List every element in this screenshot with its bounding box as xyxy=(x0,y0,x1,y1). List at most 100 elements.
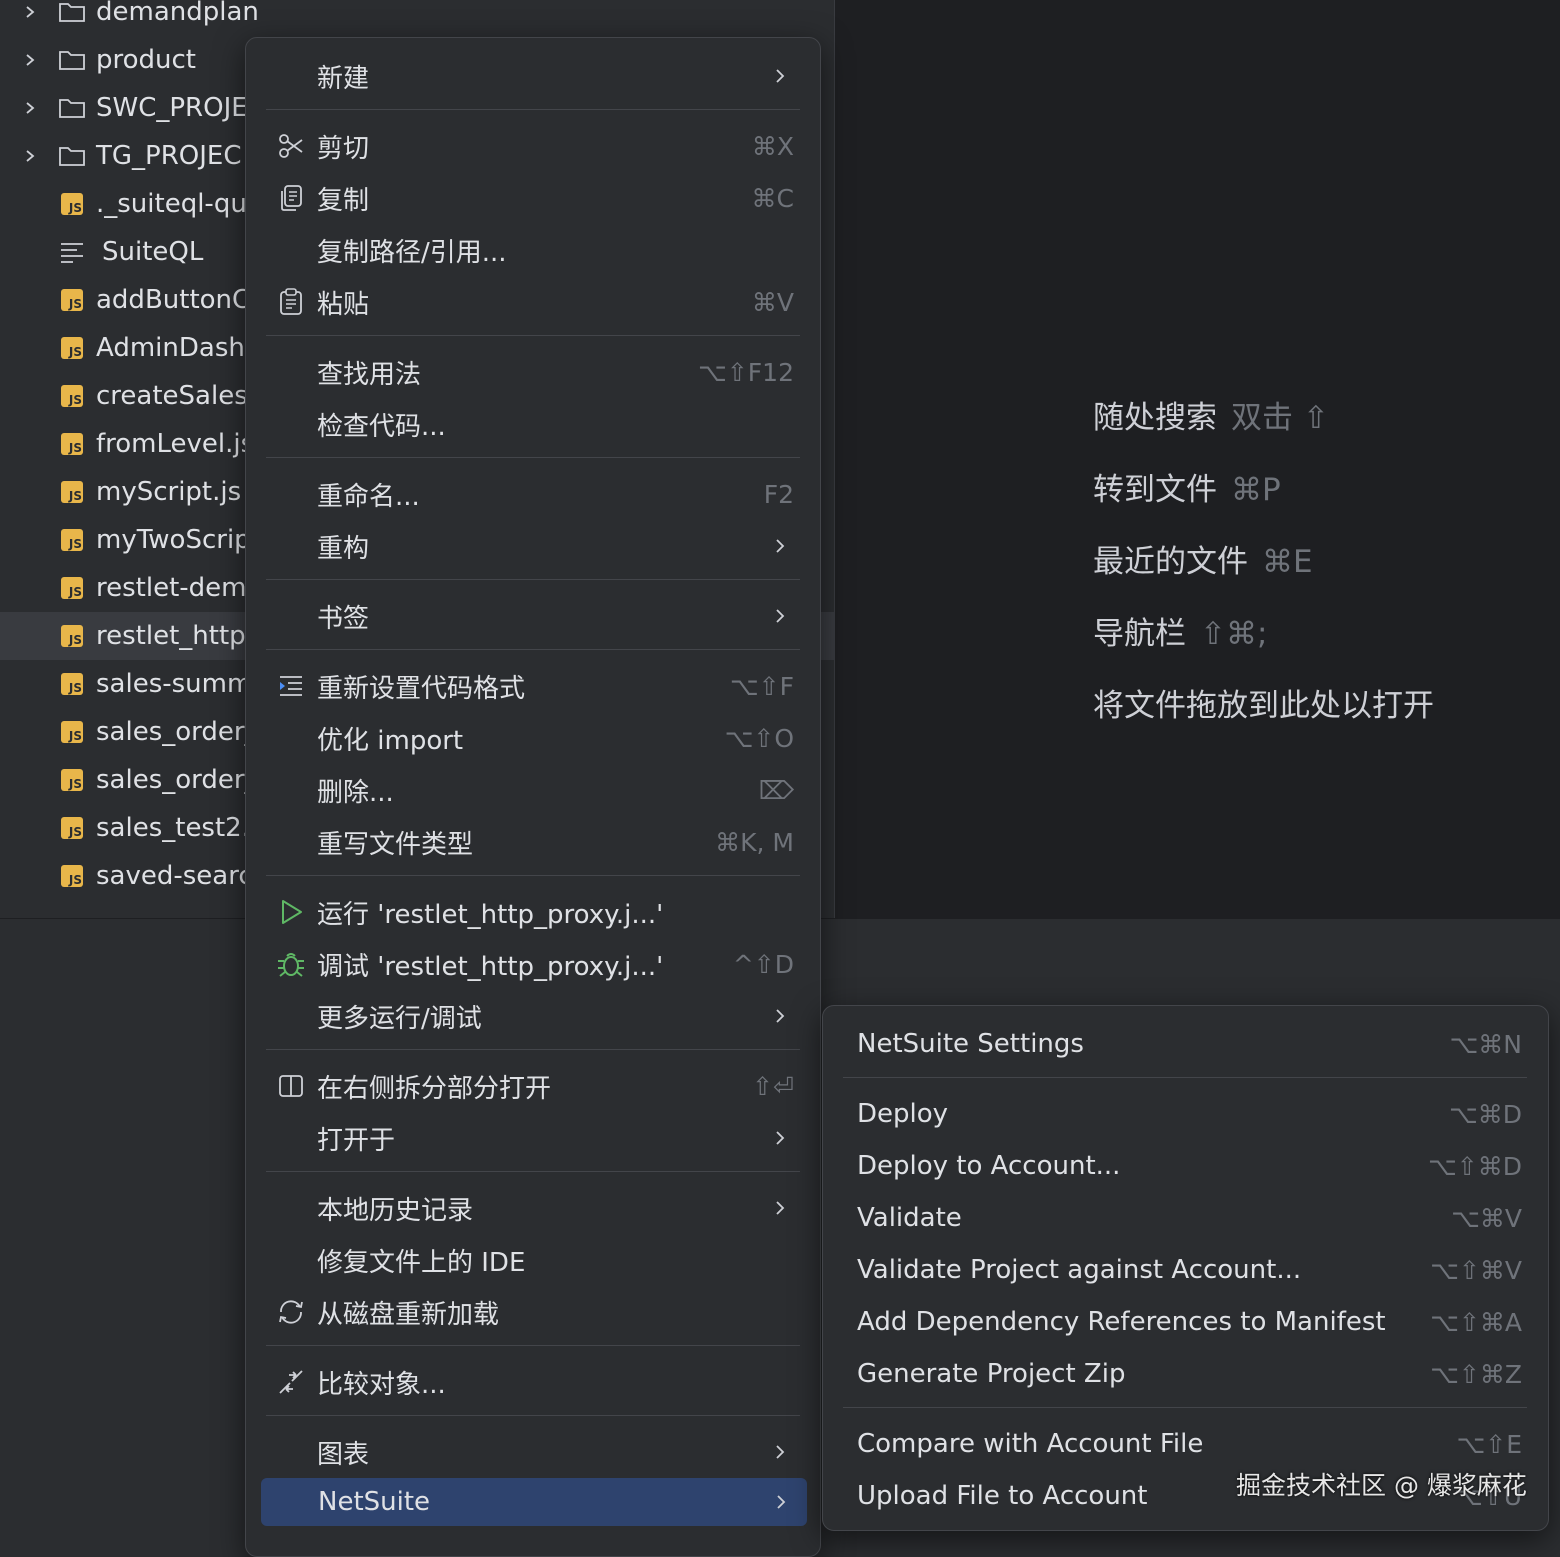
menu-separator xyxy=(266,457,800,458)
menu-item-validate[interactable]: Validate ⌥⌘V xyxy=(837,1192,1534,1244)
tree-item-label: myScript.js xyxy=(96,477,242,507)
js-file-icon: JS xyxy=(58,430,86,458)
tree-item-label: restlet_http_ xyxy=(96,621,259,651)
js-file-icon: JS xyxy=(58,334,86,362)
menu-item-reload-from-disk[interactable]: 从磁盘重新加载 xyxy=(260,1286,806,1338)
menu-separator xyxy=(266,649,800,650)
js-file-icon: JS xyxy=(58,862,86,890)
menu-separator xyxy=(266,875,800,876)
menu-item-run[interactable]: 运行 'restlet_http_proxy.j...' xyxy=(260,886,806,938)
chevron-right-icon xyxy=(770,536,790,556)
js-file-icon: JS xyxy=(58,526,86,554)
menu-item-validate-against-account[interactable]: Validate Project against Account... ⌥⇧⌘V xyxy=(837,1244,1534,1296)
menu-item-copy-path[interactable]: 复制路径/引用... xyxy=(260,224,806,276)
tree-item-label: sales_order_ xyxy=(96,717,258,747)
menu-separator xyxy=(843,1077,1527,1078)
menu-item-reformat-code[interactable]: 重新设置代码格式 ⌥⇧F xyxy=(260,660,806,712)
menu-item-delete[interactable]: 删除... ⌦ xyxy=(260,764,806,816)
js-file-icon: JS xyxy=(58,622,86,650)
menu-separator xyxy=(266,335,800,336)
menu-item-local-history[interactable]: 本地历史记录 xyxy=(260,1182,806,1234)
chevron-right-icon xyxy=(770,1442,790,1462)
watermark-text: 掘金技术社区 @ 爆浆麻花 xyxy=(1236,1471,1527,1500)
menu-item-netsuite-settings[interactable]: NetSuite Settings ⌥⌘N xyxy=(837,1018,1534,1070)
menu-item-debug[interactable]: 调试 'restlet_http_proxy.j...' ^⇧D xyxy=(260,938,806,990)
tree-item-folder[interactable]: demandplan xyxy=(0,0,834,36)
tree-item-label: saved-searc xyxy=(96,861,253,891)
run-icon xyxy=(276,897,306,927)
menu-item-find-usages[interactable]: 查找用法 ⌥⇧F12 xyxy=(260,346,806,398)
reformat-icon xyxy=(276,671,306,701)
chevron-right-icon[interactable] xyxy=(18,0,42,24)
menu-item-open-in[interactable]: 打开于 xyxy=(260,1112,806,1164)
js-file-icon: JS xyxy=(58,718,86,746)
tree-item-label: sales-summ xyxy=(96,669,253,699)
menu-item-rename[interactable]: 重命名... F2 xyxy=(260,468,806,520)
tree-item-label: ._suiteql-qu xyxy=(96,189,247,219)
js-file-icon: JS xyxy=(58,382,86,410)
chevron-right-icon[interactable] xyxy=(18,144,42,168)
menu-item-bookmarks[interactable]: 书签 xyxy=(260,590,806,642)
menu-item-diagrams[interactable]: 图表 xyxy=(260,1426,806,1478)
chevron-right-icon[interactable] xyxy=(18,48,42,72)
menu-item-deploy-to-account[interactable]: Deploy to Account... ⌥⇧⌘D xyxy=(837,1140,1534,1192)
tree-item-label: product xyxy=(96,45,197,75)
delete-key-icon: ⌦ xyxy=(758,775,794,805)
copy-icon xyxy=(276,183,306,213)
menu-item-deploy[interactable]: Deploy ⌥⌘D xyxy=(837,1088,1534,1140)
menu-item-repair-ide[interactable]: 修复文件上的 IDE xyxy=(260,1234,806,1286)
menu-item-more-run-debug[interactable]: 更多运行/调试 xyxy=(260,990,806,1042)
chevron-right-icon xyxy=(770,1006,790,1026)
chevron-right-icon xyxy=(771,1492,791,1512)
menu-separator xyxy=(266,109,800,110)
js-file-icon: JS xyxy=(58,478,86,506)
menu-item-compare-with-account-file[interactable]: Compare with Account File ⌥⇧E xyxy=(837,1418,1534,1470)
hint-recent-files: 最近的文件 ⌘E xyxy=(1093,544,1313,580)
hint-search-everywhere: 随处搜索 双击 ⇧ xyxy=(1093,400,1329,436)
chevron-right-icon[interactable] xyxy=(18,96,42,120)
context-menu: 新建 剪切 ⌘X 复制 ⌘C 复制路径/引用... 粘贴 ⌘V 查找用法 ⌥⇧F… xyxy=(245,37,821,1557)
tree-item-label: SWC_PROJE xyxy=(96,93,248,123)
js-file-icon: JS xyxy=(58,190,86,218)
menu-separator xyxy=(266,1049,800,1050)
menu-item-generate-project-zip[interactable]: Generate Project Zip ⌥⇧⌘Z xyxy=(837,1348,1534,1400)
menu-item-netsuite[interactable]: NetSuite xyxy=(261,1478,807,1526)
chevron-right-icon xyxy=(770,1198,790,1218)
tree-item-label: SuiteQL xyxy=(102,237,204,267)
menu-item-new[interactable]: 新建 xyxy=(260,50,806,102)
js-file-icon: JS xyxy=(58,574,86,602)
menu-item-optimize-imports[interactable]: 优化 import ⌥⇧O xyxy=(260,712,806,764)
tree-item-label: createSales( xyxy=(96,381,258,411)
tree-item-label: TG_PROJEC xyxy=(96,141,242,171)
chevron-right-icon xyxy=(770,66,790,86)
hint-go-to-file: 转到文件 ⌘P xyxy=(1093,472,1281,508)
menu-item-refactor[interactable]: 重构 xyxy=(260,520,806,572)
hint-navigation-bar: 导航栏 ⇧⌘; xyxy=(1093,616,1268,652)
menu-item-cut[interactable]: 剪切 ⌘X xyxy=(260,120,806,172)
hint-drop-files: 将文件拖放到此处以打开 xyxy=(1093,688,1434,724)
scissors-icon xyxy=(276,131,306,161)
menu-item-compare-with[interactable]: 比较对象... xyxy=(260,1356,806,1408)
menu-item-paste[interactable]: 粘贴 ⌘V xyxy=(260,276,806,328)
folder-icon xyxy=(58,0,86,26)
js-file-icon: JS xyxy=(58,766,86,794)
menu-separator xyxy=(266,1415,800,1416)
tree-item-label: fromLevel.js xyxy=(96,429,255,459)
text-file-icon xyxy=(58,238,86,266)
menu-item-add-dependency-references[interactable]: Add Dependency References to Manifest ⌥⇧… xyxy=(837,1296,1534,1348)
menu-item-copy[interactable]: 复制 ⌘C xyxy=(260,172,806,224)
tree-item-label: demandplan xyxy=(96,0,259,27)
menu-item-inspect-code[interactable]: 检查代码... xyxy=(260,398,806,450)
js-file-icon: JS xyxy=(58,286,86,314)
menu-item-override-file-type[interactable]: 重写文件类型 ⌘K, M xyxy=(260,816,806,868)
netsuite-submenu: NetSuite Settings ⌥⌘N Deploy ⌥⌘D Deploy … xyxy=(822,1005,1549,1531)
folder-icon xyxy=(58,142,86,170)
menu-separator xyxy=(843,1407,1527,1408)
editor-empty-area[interactable]: 随处搜索 双击 ⇧ 转到文件 ⌘P 最近的文件 ⌘E 导航栏 ⇧⌘; 将文件拖放到此处以… xyxy=(834,0,1560,918)
tree-item-label: addButtonCl xyxy=(96,285,258,315)
menu-item-open-split-right[interactable]: 在右侧拆分部分打开 ⇧⏎ xyxy=(260,1060,806,1112)
menu-separator xyxy=(266,1171,800,1172)
chevron-right-icon xyxy=(770,606,790,626)
paste-icon xyxy=(276,287,306,317)
folder-icon xyxy=(58,94,86,122)
